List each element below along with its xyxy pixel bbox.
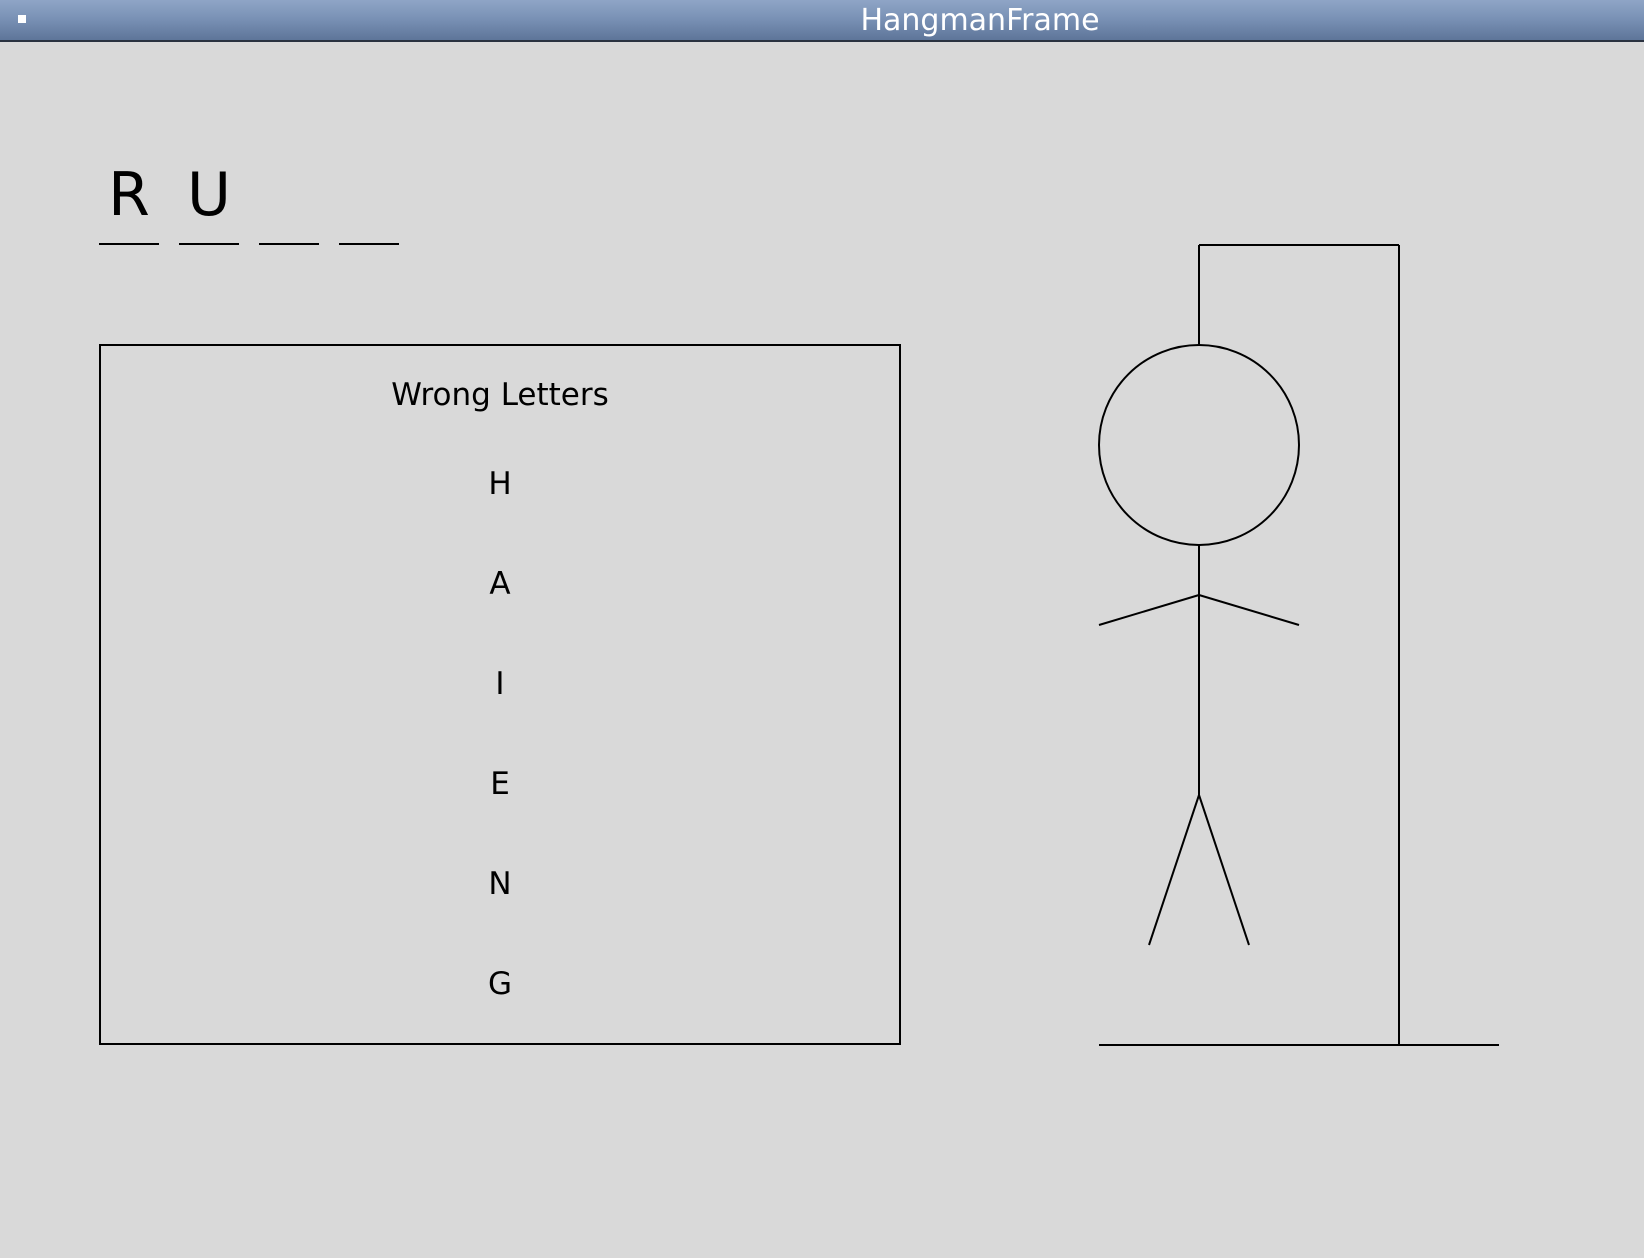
figure-right-leg xyxy=(1198,794,1250,946)
figure-left-leg xyxy=(1148,794,1200,946)
hangman-drawing xyxy=(1098,244,1499,1046)
figure-head xyxy=(1098,344,1300,546)
hangman-window: HangmanFrame R U Wrong Letters H A I E N… xyxy=(0,0,1644,1258)
figure-right-arm xyxy=(1198,594,1300,626)
figure-left-arm xyxy=(1098,594,1200,626)
